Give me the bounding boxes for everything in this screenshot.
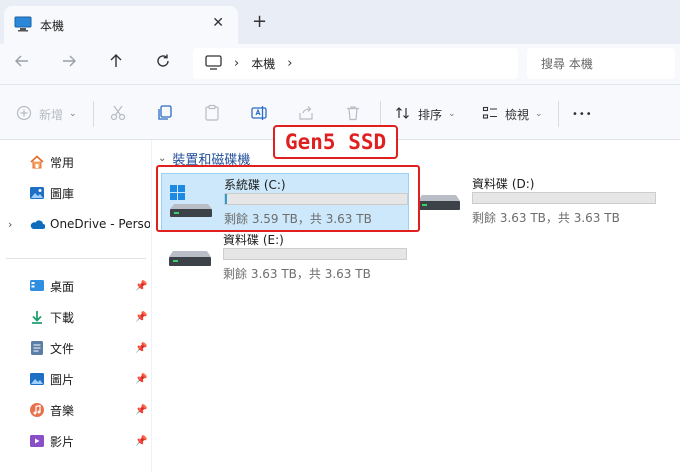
chevron-down-icon: ⌄ bbox=[448, 109, 456, 119]
chevron-right-icon[interactable]: › bbox=[287, 56, 292, 71]
search-input[interactable]: 搜尋 本機 bbox=[527, 48, 675, 79]
toolbar-separator bbox=[93, 101, 94, 127]
nav-item-downloads[interactable]: 下載 📌 bbox=[0, 304, 151, 330]
tab-strip: 本機 ✕ + bbox=[0, 0, 680, 44]
paste-button[interactable] bbox=[203, 103, 221, 125]
videos-icon bbox=[29, 433, 45, 449]
address-row: › 本機 › 搜尋 本機 bbox=[0, 44, 680, 84]
drive-usage-bar bbox=[223, 248, 407, 260]
view-button[interactable]: 檢視 ⌄ bbox=[482, 103, 543, 125]
drive-free-space: 剩餘 3.63 TB，共 3.63 TB bbox=[223, 267, 371, 281]
hard-drive-icon bbox=[416, 183, 462, 217]
arrow-up-icon bbox=[108, 54, 124, 73]
share-button[interactable] bbox=[297, 103, 315, 125]
nav-item-label: 音樂 bbox=[50, 403, 75, 418]
view-list-icon bbox=[482, 105, 498, 124]
arrow-right-icon bbox=[61, 54, 77, 73]
sort-label: 排序 bbox=[418, 107, 443, 122]
download-icon bbox=[29, 309, 45, 325]
chevron-right-icon[interactable]: › bbox=[8, 218, 12, 231]
new-button[interactable]: 新增 ⌄ bbox=[16, 103, 77, 125]
monitor-icon bbox=[14, 16, 32, 35]
cut-button[interactable] bbox=[109, 103, 127, 125]
monitor-icon bbox=[205, 54, 222, 73]
nav-item-home[interactable]: 常用 bbox=[0, 149, 151, 175]
music-icon bbox=[29, 402, 45, 418]
nav-item-music[interactable]: 音樂 📌 bbox=[0, 397, 151, 423]
nav-item-label: OneDrive - Person bbox=[50, 217, 150, 231]
desktop-icon bbox=[29, 278, 45, 294]
tab-title: 本機 bbox=[40, 18, 65, 33]
pin-icon[interactable]: 📌 bbox=[135, 405, 147, 416]
pin-icon[interactable]: 📌 bbox=[135, 281, 147, 292]
back-button[interactable] bbox=[8, 52, 36, 76]
drive-free-space: 剩餘 3.63 TB，共 3.63 TB bbox=[472, 211, 620, 225]
chevron-down-icon: ⌄ bbox=[535, 109, 543, 119]
annotation-label: Gen5 SSD bbox=[273, 125, 399, 159]
delete-button[interactable] bbox=[344, 103, 362, 125]
hard-drive-icon bbox=[167, 239, 213, 273]
nav-item-label: 常用 bbox=[50, 155, 75, 170]
breadcrumb-this-pc[interactable]: 本機 bbox=[251, 55, 275, 72]
nav-item-label: 桌面 bbox=[50, 279, 75, 294]
drive-name: 資料碟 (D:) bbox=[472, 177, 535, 191]
tab-this-pc[interactable]: 本機 ✕ bbox=[4, 6, 238, 44]
pictures-icon bbox=[29, 371, 45, 387]
onedrive-icon bbox=[29, 216, 45, 232]
documents-icon bbox=[29, 340, 45, 356]
pin-icon[interactable]: 📌 bbox=[135, 436, 147, 447]
address-bar[interactable]: › 本機 › bbox=[193, 48, 518, 79]
nav-divider bbox=[6, 258, 146, 259]
new-label: 新增 bbox=[39, 107, 64, 122]
pin-icon[interactable]: 📌 bbox=[135, 374, 147, 385]
gallery-icon bbox=[29, 185, 45, 201]
nav-item-label: 影片 bbox=[50, 434, 75, 449]
nav-item-gallery[interactable]: 圖庫 bbox=[0, 180, 151, 206]
toolbar-separator bbox=[380, 101, 381, 127]
forward-button[interactable] bbox=[55, 52, 83, 76]
nav-item-onedrive[interactable]: › OneDrive - Person bbox=[0, 211, 151, 237]
drive-d[interactable]: 資料碟 (D:) 剩餘 3.63 TB，共 3.63 TB bbox=[410, 173, 675, 231]
drive-usage-bar bbox=[472, 192, 656, 204]
drive-e[interactable]: 資料碟 (E:) 剩餘 3.63 TB，共 3.63 TB bbox=[161, 229, 409, 287]
share-icon bbox=[297, 104, 315, 125]
annotation-highlight-box bbox=[156, 165, 420, 232]
plus-circle-icon bbox=[16, 105, 32, 124]
close-tab-icon[interactable]: ✕ bbox=[212, 15, 224, 31]
up-button[interactable] bbox=[102, 52, 130, 76]
nav-item-desktop[interactable]: 桌面 📌 bbox=[0, 273, 151, 299]
nav-item-label: 下載 bbox=[50, 310, 75, 325]
chevron-down-icon: ⌄ bbox=[69, 109, 77, 119]
new-tab-button[interactable]: + bbox=[252, 11, 267, 32]
nav-item-label: 圖片 bbox=[50, 372, 75, 387]
toolbar-separator bbox=[558, 101, 559, 127]
nav-item-videos[interactable]: 影片 📌 bbox=[0, 428, 151, 454]
navigation-pane: 常用 圖庫 › OneDrive - Person 桌面 📌 下載 📌 文件 📌 bbox=[0, 140, 151, 472]
pin-icon[interactable]: 📌 bbox=[135, 343, 147, 354]
chevron-down-icon: ⌄ bbox=[158, 153, 167, 164]
nav-item-label: 文件 bbox=[50, 341, 75, 356]
sort-icon bbox=[395, 105, 411, 124]
scissors-icon bbox=[109, 104, 127, 125]
sort-button[interactable]: 排序 ⌄ bbox=[395, 103, 456, 125]
pin-icon[interactable]: 📌 bbox=[135, 312, 147, 323]
nav-item-label: 圖庫 bbox=[50, 186, 75, 201]
nav-item-documents[interactable]: 文件 📌 bbox=[0, 335, 151, 361]
refresh-icon bbox=[155, 54, 171, 73]
more-options-button[interactable]: ••• bbox=[572, 103, 593, 125]
copy-icon bbox=[156, 104, 174, 125]
view-label: 檢視 bbox=[505, 107, 530, 122]
rename-button[interactable] bbox=[250, 103, 268, 125]
home-icon bbox=[29, 154, 45, 170]
rename-icon bbox=[250, 104, 268, 125]
copy-button[interactable] bbox=[156, 103, 174, 125]
chevron-right-icon: › bbox=[234, 56, 240, 71]
nav-item-pictures[interactable]: 圖片 📌 bbox=[0, 366, 151, 392]
arrow-left-icon bbox=[14, 54, 30, 73]
trash-icon bbox=[344, 104, 362, 125]
drive-name: 資料碟 (E:) bbox=[223, 233, 284, 247]
refresh-button[interactable] bbox=[149, 52, 177, 76]
clipboard-icon bbox=[203, 104, 221, 125]
